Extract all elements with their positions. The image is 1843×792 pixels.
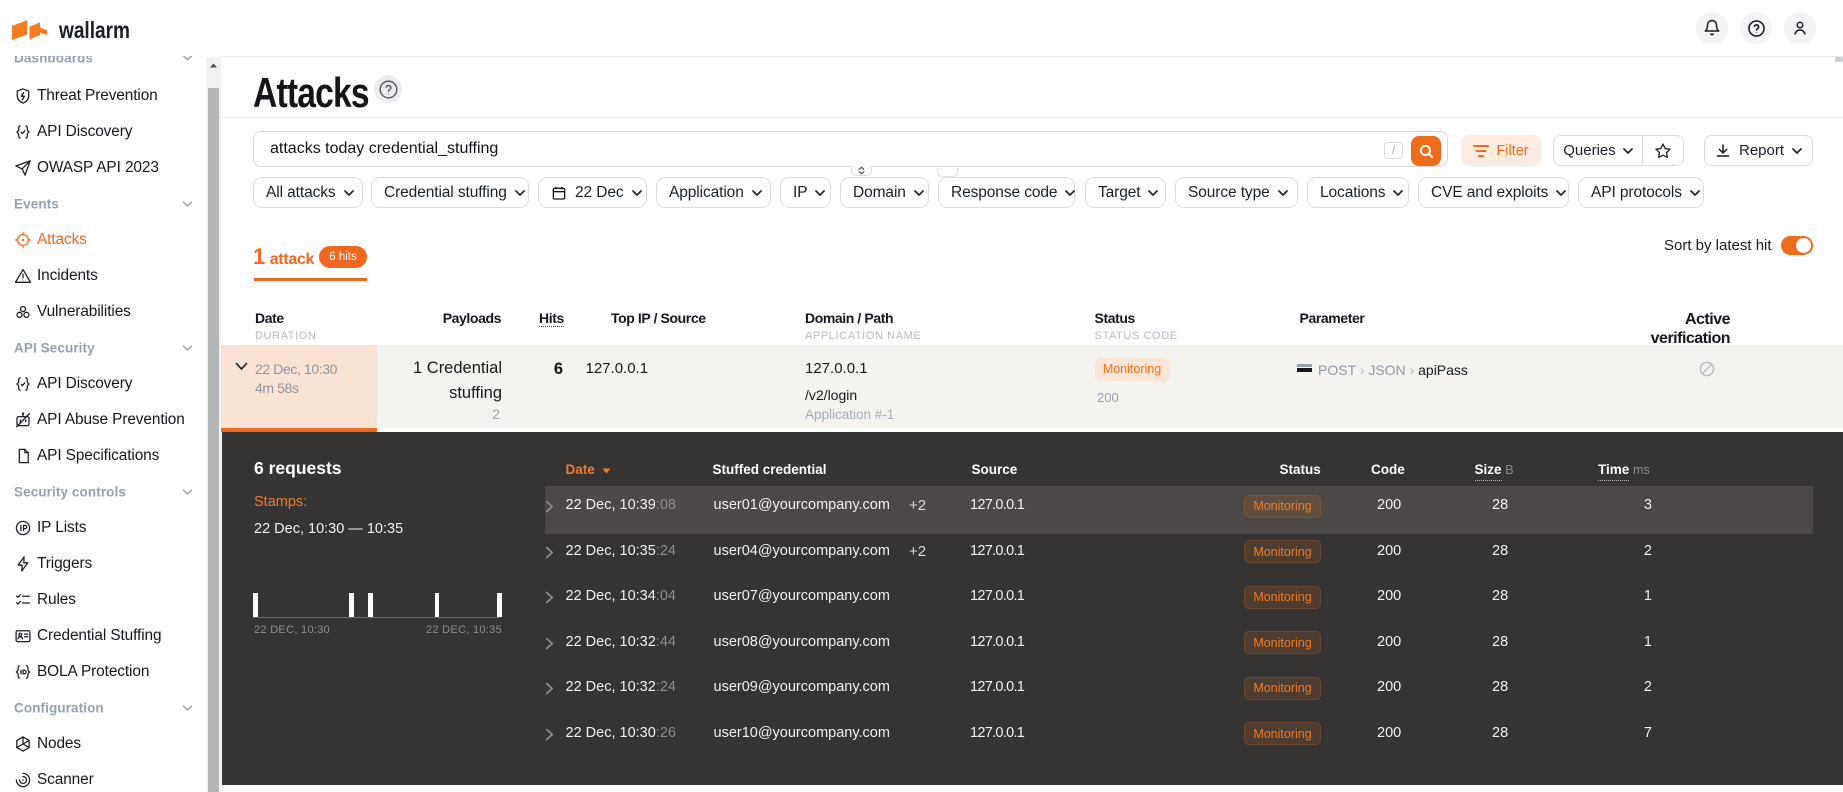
svg-text:wallarm: wallarm: [58, 18, 130, 43]
